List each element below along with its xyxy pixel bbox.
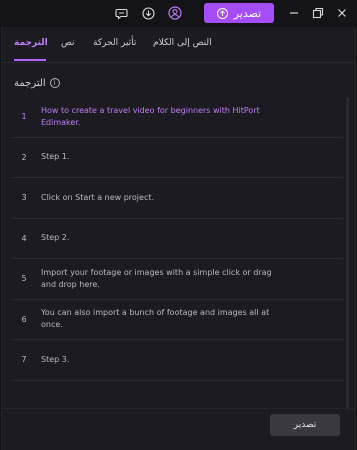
list-item[interactable]: 3 Click on Start a new project. xyxy=(12,178,343,219)
tab-text-to-speech[interactable]: النص إلى الكلام xyxy=(153,38,212,48)
account-icon[interactable] xyxy=(167,5,183,21)
section-title: الترجمة xyxy=(14,77,46,89)
section-header: i الترجمة xyxy=(14,76,60,90)
row-text[interactable]: Step 2. xyxy=(41,219,281,259)
list-item[interactable]: 2 Step 1. xyxy=(12,138,343,178)
restore-icon[interactable] xyxy=(310,5,326,21)
row-index: 1 xyxy=(21,112,27,122)
footer-export-button[interactable]: تصدير xyxy=(270,414,340,436)
row-index: 2 xyxy=(21,152,27,162)
download-icon[interactable] xyxy=(140,5,156,21)
footer-export-label: تصدير xyxy=(293,420,317,430)
list-item[interactable]: 1 How to create a travel video for begin… xyxy=(12,97,343,138)
row-index: 3 xyxy=(21,193,27,203)
row-index: 6 xyxy=(21,314,27,324)
row-text[interactable]: You can also import a bunch of footage a… xyxy=(41,300,281,340)
title-bar: تصدير xyxy=(0,0,357,27)
close-icon[interactable] xyxy=(334,5,350,21)
row-index: 7 xyxy=(21,355,27,365)
upload-icon xyxy=(216,7,228,19)
scrollbar[interactable] xyxy=(346,97,349,410)
list-item[interactable]: 7 Step 3. xyxy=(12,340,343,381)
export-button[interactable]: تصدير xyxy=(204,3,274,23)
row-text[interactable]: Import your footage or images with a sim… xyxy=(41,259,281,299)
row-text[interactable]: Click on Start a new project. xyxy=(41,178,281,218)
row-text[interactable]: Step 1. xyxy=(41,138,281,178)
subtitle-panel: النص إلى الكلام تأثير الحركة نص الترجمة … xyxy=(1,27,356,450)
list-item[interactable]: 5 Import your footage or images with a s… xyxy=(12,259,343,300)
active-tab-indicator xyxy=(14,59,46,61)
info-icon[interactable]: i xyxy=(49,78,60,88)
list-item[interactable]: 4 Step 2. xyxy=(12,219,343,259)
feedback-icon[interactable] xyxy=(113,5,129,21)
row-index: 4 xyxy=(21,233,27,243)
row-text[interactable]: How to create a travel video for beginne… xyxy=(41,97,281,137)
tab-bar: النص إلى الكلام تأثير الحركة نص الترجمة xyxy=(2,27,355,63)
row-text[interactable]: Step 3. xyxy=(41,340,281,380)
subtitle-list[interactable]: 1 How to create a travel video for begin… xyxy=(12,97,343,411)
tab-motion-effect[interactable]: تأثير الحركة xyxy=(93,38,136,48)
minimize-icon[interactable] xyxy=(286,5,302,21)
tab-text[interactable]: نص xyxy=(61,38,75,48)
row-index: 5 xyxy=(21,274,27,284)
export-button-label: تصدير xyxy=(233,6,262,20)
tab-translation[interactable]: الترجمة xyxy=(14,38,48,48)
list-item[interactable]: 6 You can also import a bunch of footage… xyxy=(12,300,343,340)
footer-divider xyxy=(2,408,355,409)
